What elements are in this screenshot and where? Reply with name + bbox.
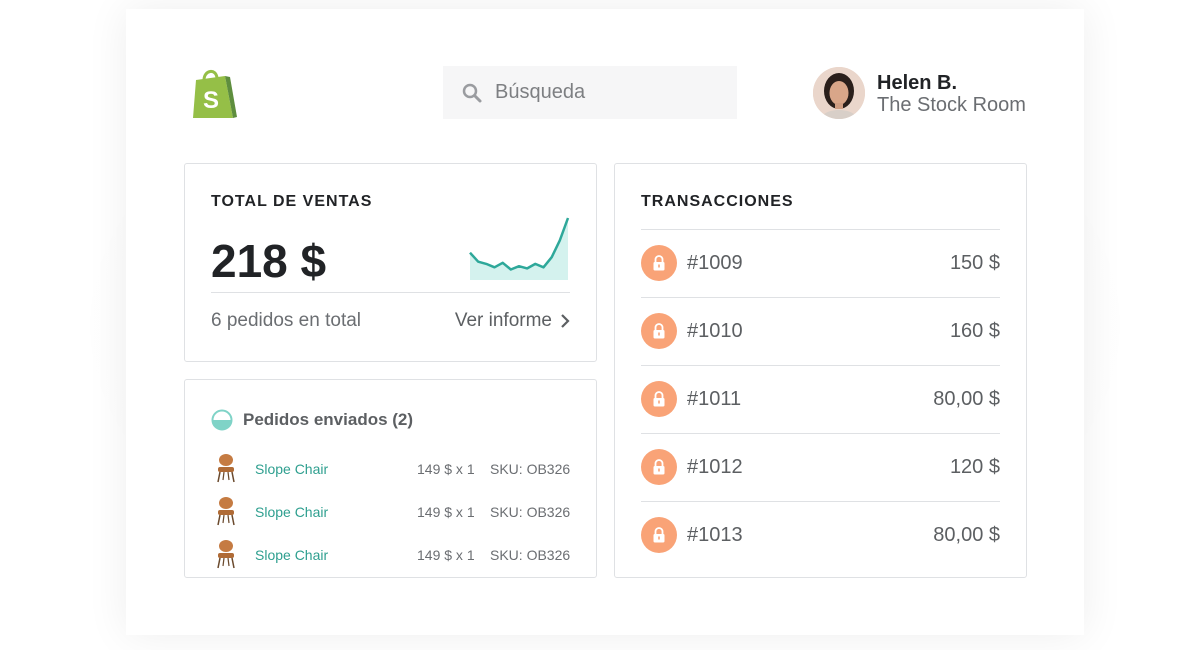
transaction-id: #1010 bbox=[687, 320, 743, 342]
product-link[interactable]: Slope Chair bbox=[255, 461, 328, 477]
divider bbox=[211, 292, 570, 293]
list-item: Slope Chair 149 $ x 1 SKU: OB326 bbox=[211, 496, 571, 528]
item-price: 149 $ x 1 bbox=[417, 547, 475, 563]
logo-letter: S bbox=[203, 87, 219, 114]
lock-icon bbox=[653, 391, 665, 407]
sales-sparkline bbox=[469, 217, 570, 280]
product-link[interactable]: Slope Chair bbox=[255, 547, 328, 563]
sparkline-area bbox=[470, 218, 568, 280]
lock-icon bbox=[653, 459, 665, 475]
transaction-amount: 80,00 $ bbox=[933, 524, 1000, 546]
avatar[interactable] bbox=[813, 67, 865, 119]
transaction-id: #1012 bbox=[687, 456, 743, 478]
lock-icon bbox=[653, 527, 665, 543]
store-name: The Stock Room bbox=[877, 94, 1026, 116]
sales-amount: 218 $ bbox=[211, 235, 327, 287]
shipped-header: Pedidos enviados (2) bbox=[211, 409, 413, 431]
transactions-list: #1009 150 $ #1010 160 $ #1011 80,00 $ #1… bbox=[641, 229, 1000, 569]
shipped-orders-panel: Pedidos enviados (2) Slope Chair 149 $ x… bbox=[184, 379, 597, 578]
avatar-portrait bbox=[813, 67, 865, 119]
item-sku: SKU: OB326 bbox=[490, 547, 571, 563]
transaction-row[interactable]: #1012 120 $ bbox=[641, 433, 1000, 501]
list-item: Slope Chair 149 $ x 1 SKU: OB326 bbox=[211, 539, 571, 571]
lock-icon bbox=[653, 323, 665, 339]
transactions-title: TRANSACCIONES bbox=[641, 193, 794, 210]
lock-badge bbox=[641, 313, 677, 349]
view-report-link[interactable]: Ver informe bbox=[455, 310, 570, 332]
total-sales-panel: TOTAL DE VENTAS 218 $ 6 pedidos en total… bbox=[184, 163, 597, 362]
chair-icon bbox=[217, 540, 235, 569]
transaction-id: #1011 bbox=[687, 388, 742, 410]
lock-badge bbox=[641, 245, 677, 281]
chair-icon bbox=[217, 497, 235, 526]
lock-badge bbox=[641, 381, 677, 417]
item-sku: SKU: OB326 bbox=[490, 504, 571, 520]
lock-badge bbox=[641, 449, 677, 485]
item-price: 149 $ x 1 bbox=[417, 461, 475, 477]
transaction-row[interactable]: #1013 80,00 $ bbox=[641, 501, 1000, 569]
orders-total: 6 pedidos en total bbox=[211, 310, 362, 331]
transaction-amount: 150 $ bbox=[949, 252, 1000, 274]
total-sales-title: TOTAL DE VENTAS bbox=[211, 193, 373, 210]
user-name: Helen B. bbox=[877, 72, 958, 94]
shipped-title: Pedidos enviados (2) bbox=[243, 410, 414, 429]
transaction-row[interactable]: #1010 160 $ bbox=[641, 297, 1000, 365]
product-link[interactable]: Slope Chair bbox=[255, 504, 328, 520]
transaction-row[interactable]: #1011 80,00 $ bbox=[641, 365, 1000, 433]
list-item: Slope Chair 149 $ x 1 SKU: OB326 bbox=[211, 453, 571, 485]
transaction-row[interactable]: #1009 150 $ bbox=[641, 229, 1000, 297]
transaction-amount: 120 $ bbox=[949, 456, 1000, 478]
item-price: 149 $ x 1 bbox=[417, 504, 475, 520]
transaction-id: #1009 bbox=[687, 252, 743, 274]
view-report-label: Ver informe bbox=[454, 310, 552, 331]
transactions-panel: TRANSACCIONES #1009 150 $ #1010 160 $ #1… bbox=[614, 163, 1027, 578]
transaction-amount: 160 $ bbox=[949, 320, 1000, 342]
lock-badge bbox=[641, 517, 677, 553]
chevron-right-icon bbox=[561, 314, 570, 328]
search-bar[interactable] bbox=[443, 66, 737, 119]
lock-icon bbox=[653, 255, 665, 271]
search-icon bbox=[462, 83, 482, 102]
shopify-bag-icon[interactable]: S bbox=[189, 66, 237, 120]
transaction-id: #1013 bbox=[687, 524, 743, 546]
transaction-amount: 80,00 $ bbox=[933, 388, 1000, 410]
half-filled-circle-icon bbox=[211, 409, 233, 431]
item-sku: SKU: OB326 bbox=[490, 461, 571, 477]
chair-icon bbox=[217, 454, 235, 483]
search-input[interactable] bbox=[495, 81, 715, 104]
